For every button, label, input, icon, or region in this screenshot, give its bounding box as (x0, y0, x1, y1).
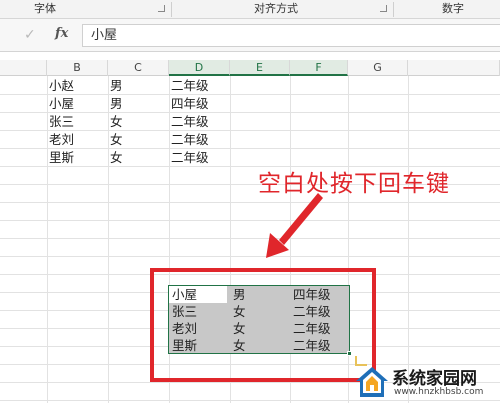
column-header-d[interactable]: D (169, 60, 230, 76)
gridline (0, 220, 500, 221)
cell-grade[interactable]: 四年级 (171, 95, 209, 113)
selected-range[interactable]: 小屋 男 四年级 张三 女 二年级 老刘 女 二年级 里斯 女 二年级 (168, 285, 350, 354)
cell-name[interactable]: 老刘 (172, 320, 197, 337)
table-row: 里斯 女 二年级 (169, 337, 351, 354)
cell-grade[interactable]: 二年级 (293, 303, 331, 320)
gridline (408, 76, 409, 403)
gridline (0, 94, 500, 95)
column-header-a[interactable] (0, 60, 47, 76)
ribbon-group-bar: 字体 对齐方式 数字 (0, 0, 500, 19)
cell-gender[interactable]: 男 (110, 95, 123, 113)
gridline (47, 76, 48, 403)
watermark-url: www.hnzkhbsb.com (394, 387, 484, 397)
dialog-launcher-icon[interactable] (158, 5, 165, 12)
column-header-row: B C D E F G (0, 60, 500, 76)
annotation-text: 空白处按下回车键 (258, 171, 450, 197)
gridline (0, 148, 500, 149)
ribbon-group-font-label: 字体 (34, 2, 56, 15)
cell-grade[interactable]: 二年级 (171, 131, 209, 149)
column-header-f[interactable]: F (290, 60, 348, 76)
ribbon-group-number[interactable]: 数字 (394, 0, 500, 19)
cell-grade[interactable]: 四年级 (293, 286, 331, 303)
column-header-e[interactable]: E (230, 60, 290, 76)
ribbon-group-alignment-label: 对齐方式 (254, 2, 298, 15)
cell-grade[interactable]: 二年级 (171, 77, 209, 95)
cell-name[interactable]: 张三 (172, 303, 197, 320)
table-row: 张三 女 二年级 (169, 303, 351, 320)
cell-name[interactable]: 里斯 (49, 149, 74, 167)
cell-gender[interactable]: 女 (110, 149, 123, 167)
ribbon-group-number-label: 数字 (442, 2, 464, 15)
cell-gender[interactable]: 女 (233, 320, 246, 337)
cell-gender[interactable]: 男 (233, 286, 246, 303)
cell-gender[interactable]: 女 (233, 337, 246, 354)
gridline (108, 76, 109, 403)
ribbon-group-font[interactable]: 字体 (0, 0, 170, 19)
cell-gender[interactable]: 女 (233, 303, 246, 320)
cell-name[interactable]: 里斯 (172, 337, 197, 354)
dialog-launcher-icon[interactable] (380, 5, 387, 12)
house-logo-icon (356, 367, 388, 397)
cell-gender[interactable]: 男 (110, 77, 123, 95)
gridline (0, 202, 500, 203)
cell-grade[interactable]: 二年级 (171, 113, 209, 131)
cell-grade[interactable]: 二年级 (171, 149, 209, 167)
column-header-b[interactable]: B (47, 60, 108, 76)
checkmark-icon[interactable]: ✓ (24, 27, 36, 43)
column-header-h[interactable] (408, 60, 500, 76)
watermark: 系统家园网 www.hnzkhbsb.com (352, 362, 500, 403)
cell-gender[interactable]: 女 (110, 131, 123, 149)
ribbon-group-alignment[interactable]: 对齐方式 (172, 0, 392, 19)
insert-function-button[interactable]: fx (55, 26, 68, 41)
formula-bar: ✓ fx 小屋 (0, 19, 500, 52)
cell-gender[interactable]: 女 (110, 113, 123, 131)
table-row: 小屋 男 四年级 (169, 286, 351, 303)
gridline (0, 238, 500, 239)
cell-name[interactable]: 小赵 (49, 77, 74, 95)
gridline (0, 130, 500, 131)
cell-name[interactable]: 老刘 (49, 131, 74, 149)
column-header-g[interactable]: G (348, 60, 408, 76)
table-row: 老刘 女 二年级 (169, 320, 351, 337)
gridline (0, 256, 500, 257)
cell-name[interactable]: 小屋 (172, 286, 197, 303)
cell-name[interactable]: 小屋 (49, 95, 74, 113)
cell-grade[interactable]: 二年级 (293, 320, 331, 337)
cell-grade[interactable]: 二年级 (293, 337, 331, 354)
fill-handle[interactable] (347, 351, 352, 356)
cell-name[interactable]: 张三 (49, 113, 74, 131)
column-header-c[interactable]: C (108, 60, 169, 76)
formula-input[interactable]: 小屋 (82, 24, 500, 47)
watermark-title: 系统家园网 (392, 369, 477, 389)
gridline (0, 112, 500, 113)
